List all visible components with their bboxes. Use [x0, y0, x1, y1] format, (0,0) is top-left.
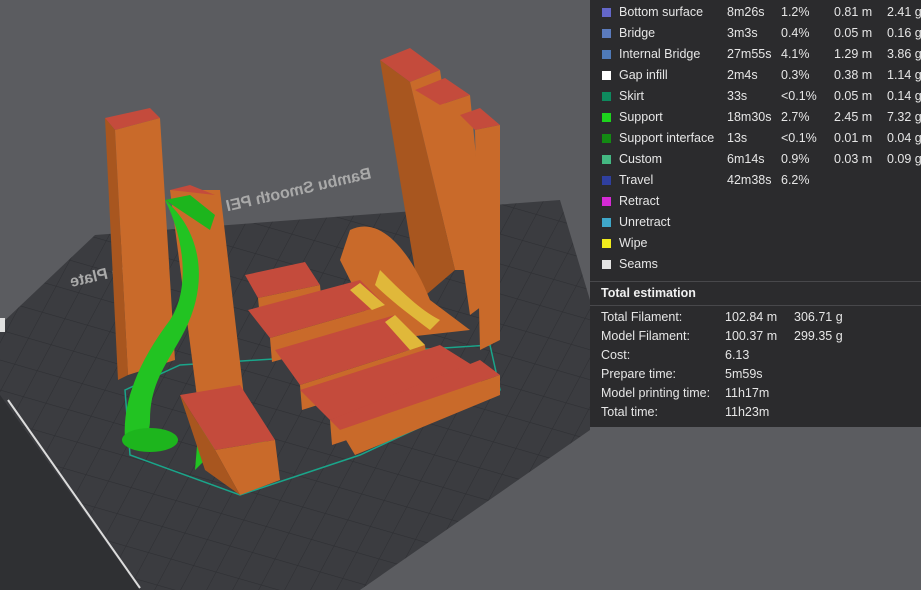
- legend-time: 6m14s: [727, 152, 765, 166]
- legend-row[interactable]: Gap infill 2m4s 0.3% 0.38 m 1.14 g: [590, 65, 921, 86]
- legend-color-swatch: [602, 92, 611, 101]
- legend-name: Gap infill: [619, 68, 668, 82]
- legend-weight: 0.14 g: [887, 89, 921, 103]
- legend-name: Support: [619, 110, 663, 124]
- legend-percent: 0.3%: [781, 68, 810, 82]
- legend-length: 0.03 m: [834, 152, 873, 166]
- legend-percent: 6.2%: [781, 173, 810, 187]
- legend-percent: 0.9%: [781, 152, 810, 166]
- legend-weight: 2.41 g: [887, 5, 921, 19]
- divider: [590, 281, 921, 282]
- legend-length: 2.45 m: [834, 110, 873, 124]
- legend-weight: 0.16 g: [887, 26, 921, 40]
- legend-color-swatch: [602, 176, 611, 185]
- legend-row[interactable]: Bottom surface 8m26s 1.2% 0.81 m 2.41 g: [590, 2, 921, 23]
- legend-weight: 0.04 g: [887, 131, 921, 145]
- legend-color-swatch: [602, 218, 611, 227]
- legend-name: Support interface: [619, 131, 715, 145]
- estimation-row: Cost: 6.13: [590, 346, 921, 365]
- legend-name: Custom: [619, 152, 663, 166]
- legend-name: Travel: [619, 173, 654, 187]
- estimation-row: Model Filament: 100.37 m 299.35 g: [590, 327, 921, 346]
- estimation-value: 11h23m: [725, 405, 770, 419]
- estimation-value: 5m59s: [725, 367, 763, 381]
- legend-name: Wipe: [619, 236, 648, 250]
- estimation-value: 6.13: [725, 348, 750, 362]
- legend-time: 13s: [727, 131, 748, 145]
- legend-name: Bottom surface: [619, 5, 704, 19]
- legend-percent: 1.2%: [781, 5, 810, 19]
- legend-color-swatch: [602, 71, 611, 80]
- divider: [590, 305, 921, 306]
- estimation-value: 102.84 m: [725, 310, 778, 324]
- legend-color-swatch: [602, 50, 611, 59]
- legend-time: 8m26s: [727, 5, 765, 19]
- legend-row[interactable]: Bridge 3m3s 0.4% 0.05 m 0.16 g: [590, 23, 921, 44]
- estimation-value-2: 299.35 g: [794, 329, 843, 343]
- legend-row[interactable]: Support interface 13s <0.1% 0.01 m 0.04 g: [590, 128, 921, 149]
- legend-percent: <0.1%: [781, 89, 817, 103]
- legend-color-swatch: [602, 8, 611, 17]
- legend-row[interactable]: Custom 6m14s 0.9% 0.03 m 0.09 g: [590, 149, 921, 170]
- legend-name: Bridge: [619, 26, 656, 40]
- legend-weight: 7.32 g: [887, 110, 921, 124]
- legend-weight: 3.86 g: [887, 47, 921, 61]
- estimation-label: Total Filament:: [601, 310, 683, 324]
- legend-color-swatch: [602, 29, 611, 38]
- estimation-row: Total time: 11h23m: [590, 403, 921, 422]
- legend-time: 33s: [727, 89, 748, 103]
- estimation-row: Total Filament: 102.84 m 306.71 g: [590, 308, 921, 327]
- legend-name: Unretract: [619, 215, 671, 229]
- estimation-label: Cost:: [601, 348, 631, 362]
- legend-row[interactable]: Internal Bridge 27m55s 4.1% 1.29 m 3.86 g: [590, 44, 921, 65]
- legend-row[interactable]: Support 18m30s 2.7% 2.45 m 7.32 g: [590, 107, 921, 128]
- legend-row[interactable]: Unretract: [590, 212, 921, 233]
- legend-color-swatch: [602, 113, 611, 122]
- legend-weight: 1.14 g: [887, 68, 921, 82]
- legend-row[interactable]: Seams: [590, 254, 921, 275]
- legend-color-swatch: [602, 134, 611, 143]
- total-estimation-title: Total estimation: [601, 286, 696, 300]
- legend-row[interactable]: Skirt 33s <0.1% 0.05 m 0.14 g: [590, 86, 921, 107]
- legend-name: Internal Bridge: [619, 47, 701, 61]
- legend-name: Seams: [619, 257, 658, 271]
- estimation-label: Prepare time:: [601, 367, 677, 381]
- legend-row[interactable]: Travel 42m38s 6.2%: [590, 170, 921, 191]
- legend-percent: <0.1%: [781, 131, 817, 145]
- estimation-label: Model Filament:: [601, 329, 690, 343]
- legend-time: 27m55s: [727, 47, 772, 61]
- legend-color-swatch: [602, 197, 611, 206]
- gcode-legend-panel: Bottom surface 8m26s 1.2% 0.81 m 2.41 g Bridg…: [590, 0, 921, 427]
- estimation-label: Model printing time:: [601, 386, 711, 400]
- legend-color-swatch: [602, 239, 611, 248]
- legend-length: 0.05 m: [834, 26, 873, 40]
- legend-length: 1.29 m: [834, 47, 873, 61]
- estimation-row: Prepare time: 5m59s: [590, 365, 921, 384]
- legend-percent: 0.4%: [781, 26, 810, 40]
- estimation-row: Model printing time: 11h17m: [590, 384, 921, 403]
- estimation-value-2: 306.71 g: [794, 310, 843, 324]
- legend-percent: 4.1%: [781, 47, 810, 61]
- legend-name: Retract: [619, 194, 660, 208]
- legend-length: 0.38 m: [834, 68, 873, 82]
- estimation-label: Total time:: [601, 405, 658, 419]
- legend-percent: 2.7%: [781, 110, 810, 124]
- legend-time: 3m3s: [727, 26, 758, 40]
- legend-color-swatch: [602, 155, 611, 164]
- estimation-value: 11h17m: [725, 386, 770, 400]
- legend-length: 0.81 m: [834, 5, 873, 19]
- legend-time: 42m38s: [727, 173, 772, 187]
- legend-name: Skirt: [619, 89, 644, 103]
- legend-time: 2m4s: [727, 68, 758, 82]
- estimation-value: 100.37 m: [725, 329, 778, 343]
- legend-row[interactable]: Wipe: [590, 233, 921, 254]
- legend-row[interactable]: Retract: [590, 191, 921, 212]
- legend-time: 18m30s: [727, 110, 772, 124]
- legend-color-swatch: [602, 260, 611, 269]
- legend-length: 0.05 m: [834, 89, 873, 103]
- legend-weight: 0.09 g: [887, 152, 921, 166]
- legend-length: 0.01 m: [834, 131, 873, 145]
